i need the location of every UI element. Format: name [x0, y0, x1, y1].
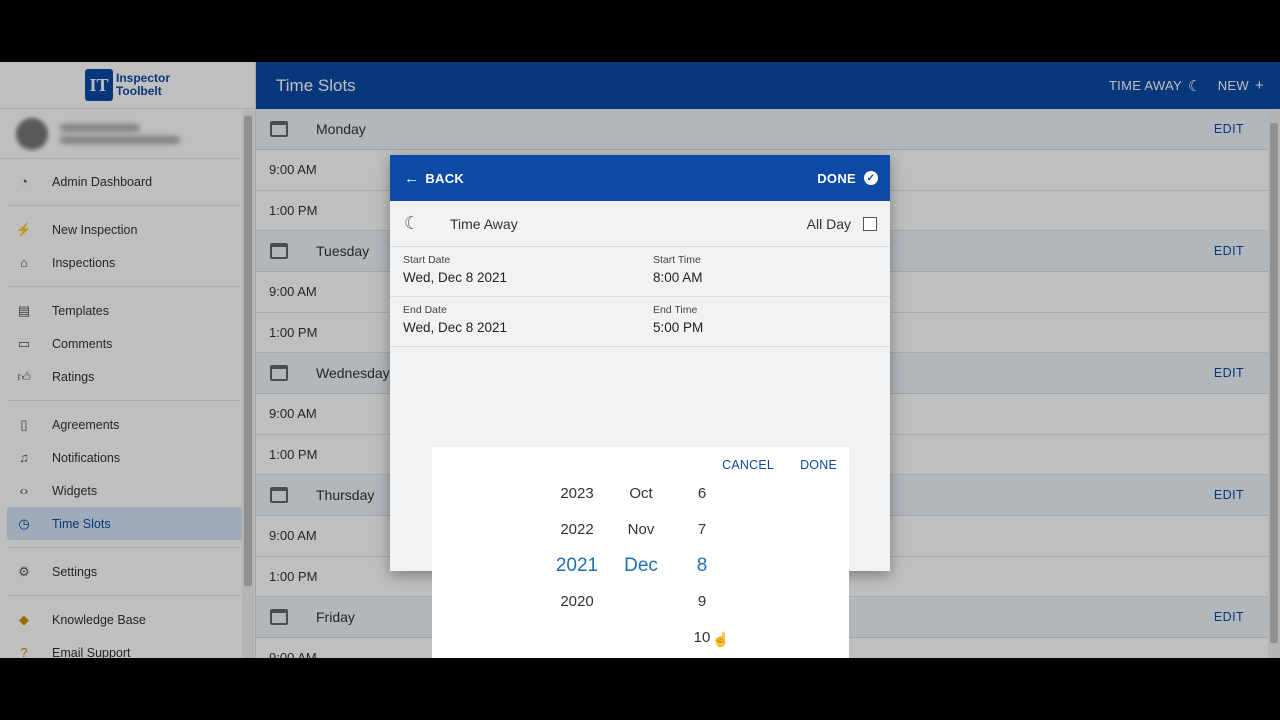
end-date-value: Wed, Dec 8 2021: [403, 320, 508, 335]
time-away-row: ☾ Time Away All Day: [390, 201, 890, 247]
date-picker: CANCEL DONE 2023 2022 2021 2020 Oct Nov …: [432, 447, 849, 658]
done-label: DONE: [817, 170, 856, 186]
end-date-field[interactable]: End Date Wed, Dec 8 2021: [390, 297, 640, 346]
end-time-value: 5:00 PM: [653, 320, 704, 335]
day-option-selected[interactable]: 8: [682, 548, 722, 584]
start-time-value: 8:00 AM: [653, 270, 703, 285]
app-window: IT Inspector Toolbelt ◔ Admin Dashboard …: [0, 62, 1280, 658]
month-option[interactable]: Oct: [606, 476, 676, 512]
back-button[interactable]: ← BACK: [404, 170, 817, 187]
end-date-label: End Date: [403, 304, 447, 316]
start-date-field[interactable]: Start Date Wed, Dec 8 2021: [390, 247, 640, 296]
dialog-header: ← BACK DONE ✓: [390, 155, 890, 201]
all-day-label: All Day: [806, 215, 851, 232]
all-day-checkbox[interactable]: [863, 216, 877, 231]
month-option[interactable]: [606, 584, 676, 620]
month-option-selected[interactable]: Dec: [606, 548, 676, 584]
picker-done-button[interactable]: DONE: [800, 458, 837, 472]
year-option[interactable]: 2023: [542, 476, 612, 512]
end-time-label: End Time: [653, 304, 698, 316]
start-time-label: Start Time: [653, 254, 701, 266]
year-option[interactable]: 2020: [542, 584, 612, 620]
month-option[interactable]: [606, 620, 676, 656]
month-wheel[interactable]: Oct Nov Dec: [606, 476, 676, 656]
time-away-title: Time Away: [450, 215, 518, 232]
year-option[interactable]: [542, 620, 612, 656]
arrow-left-icon: ←: [404, 169, 420, 187]
start-row: Start Date Wed, Dec 8 2021 Start Time 8:…: [390, 247, 890, 297]
dialog-done-button[interactable]: DONE ✓: [817, 171, 878, 186]
end-row: End Date Wed, Dec 8 2021 End Time 5:00 P…: [390, 297, 890, 347]
hand-cursor-icon: ☝: [712, 631, 730, 647]
day-option[interactable]: 7: [682, 512, 722, 548]
start-date-value: Wed, Dec 8 2021: [403, 270, 508, 285]
day-option[interactable]: 9: [682, 584, 722, 620]
start-date-label: Start Date: [403, 254, 451, 266]
back-label: BACK: [425, 170, 465, 186]
year-wheel[interactable]: 2023 2022 2021 2020: [542, 476, 612, 656]
year-option-selected[interactable]: 2021: [542, 548, 612, 584]
day-wheel[interactable]: 6 7 8 9 10: [682, 476, 722, 656]
year-option[interactable]: 2022: [542, 512, 612, 548]
picker-cancel-button[interactable]: CANCEL: [722, 458, 774, 472]
day-option[interactable]: 6: [682, 476, 722, 512]
moon-icon: ☾: [404, 213, 421, 233]
month-option[interactable]: Nov: [606, 512, 676, 548]
check-circle-icon: ✓: [864, 171, 878, 185]
end-time-field[interactable]: End Time 5:00 PM: [640, 297, 890, 346]
start-time-field[interactable]: Start Time 8:00 AM: [640, 247, 890, 296]
